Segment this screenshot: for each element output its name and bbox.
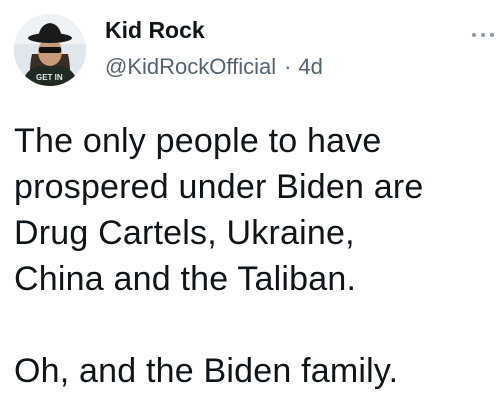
more-options-icon[interactable] <box>470 30 496 40</box>
author-handle[interactable]: @KidRockOfficial <box>105 54 276 79</box>
svg-text:GET IN: GET IN <box>36 73 63 82</box>
avatar[interactable]: GET IN <box>14 14 86 86</box>
tweet-card: GET IN Kid Rock @KidRockOfficial · 4d The … <box>0 0 500 414</box>
profile-photo-icon: GET IN <box>14 14 86 86</box>
meta-separator: · <box>284 54 292 79</box>
author-display-name[interactable]: Kid Rock <box>105 16 205 44</box>
tweet-meta: @KidRockOfficial · 4d <box>105 54 323 80</box>
tweet-text: The only people to have prospered under … <box>14 122 424 390</box>
tweet-timestamp[interactable]: 4d <box>298 54 322 79</box>
